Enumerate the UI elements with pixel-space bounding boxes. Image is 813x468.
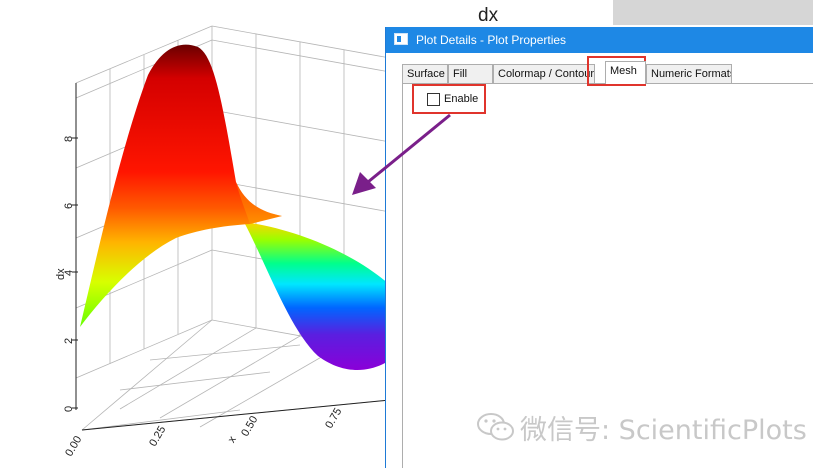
z-tick-label: 8 xyxy=(63,136,75,142)
x-tick-label: 0.50 xyxy=(239,414,260,439)
enable-label: Enable xyxy=(444,93,479,105)
enable-checkbox[interactable] xyxy=(427,93,440,106)
x-tick-label: 0.00 xyxy=(63,434,84,459)
background-window-edge xyxy=(613,0,813,25)
window-icon xyxy=(394,33,408,45)
tab-mesh[interactable]: Mesh xyxy=(605,61,646,84)
z-tick-label: 6 xyxy=(63,203,75,209)
plot-title: dx xyxy=(478,5,499,26)
tab-surface[interactable]: Surface xyxy=(402,64,448,83)
dialog-title: Plot Details - Plot Properties xyxy=(416,33,567,47)
z-axis-label: dx xyxy=(55,268,67,280)
tab-strip: Surface Fill Colormap / Contours Mesh Nu… xyxy=(402,61,813,84)
watermark-text: 微信号: ScientificPlots xyxy=(520,415,807,446)
x-axis-label: x xyxy=(226,434,239,445)
z-tick-label: 0 xyxy=(63,406,75,412)
tab-fill[interactable]: Fill xyxy=(448,64,493,83)
x-tick-label: 0.75 xyxy=(323,406,344,431)
surface-right-lobe xyxy=(244,222,390,370)
wechat-icon xyxy=(477,413,514,441)
tab-numeric-formats[interactable]: Numeric Formats xyxy=(646,64,732,83)
dialog-titlebar[interactable]: Plot Details - Plot Properties xyxy=(386,27,813,53)
x-tick-label: 0.25 xyxy=(147,424,168,449)
tab-colormap-contours[interactable]: Colormap / Contours xyxy=(493,64,595,83)
z-tick-label: 2 xyxy=(63,338,75,344)
